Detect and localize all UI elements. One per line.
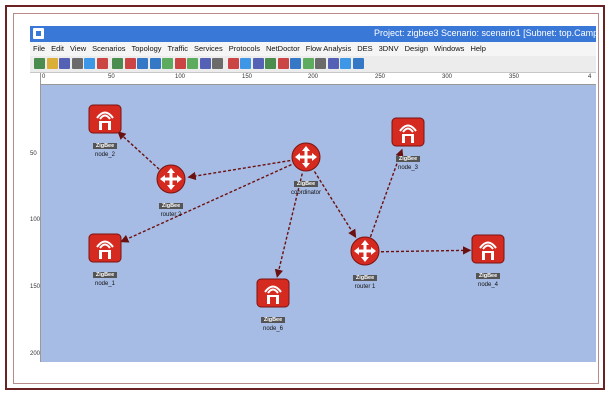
title-bar: Project: zigbee3 Scenario: scenario1 [Su… [30, 26, 596, 42]
toolbar-button-icon[interactable] [302, 58, 314, 69]
ruler-top-tick: 200 [308, 74, 319, 80]
node-label: node_4 [477, 282, 499, 288]
zigbee-router-icon [154, 164, 188, 194]
toolbar-button-icon[interactable] [327, 58, 339, 69]
toolbar-button-icon[interactable] [352, 58, 364, 69]
node-label: node_3 [397, 165, 419, 171]
node-label: node_1 [94, 281, 116, 287]
ruler-top-tick: 100 [175, 74, 186, 80]
menu-scenarios[interactable]: Scenarios [89, 42, 128, 53]
zigbee-end-device-icon [471, 234, 505, 264]
node-node_3[interactable]: ZigBee node_3 [389, 117, 427, 172]
zigbee-end-device-icon [88, 104, 122, 134]
menu-traffic[interactable]: Traffic [165, 42, 191, 53]
toolbar-button-icon[interactable] [212, 58, 223, 69]
menu-edit[interactable]: Edit [48, 42, 67, 53]
node-node_4[interactable]: ZigBee node_4 [469, 234, 507, 289]
ruler-top-tick: 50 [108, 74, 115, 80]
zigbee-end-device-icon [88, 233, 122, 263]
toolbar-button-icon[interactable] [71, 58, 83, 69]
zigbee-badge: ZigBee [395, 156, 421, 162]
toolbar-button-icon[interactable] [252, 58, 264, 69]
zigbee-badge: ZigBee [260, 317, 286, 323]
toolbar-button-icon[interactable] [34, 58, 45, 69]
zigbee-router-icon [348, 236, 382, 266]
toolbar-button-icon[interactable] [187, 58, 198, 69]
node-node_6[interactable]: ZigBee node_6 [254, 278, 292, 333]
links-layer [117, 131, 472, 278]
link-router_1-node_4[interactable] [380, 246, 472, 255]
ruler-top-tick: 0 [42, 74, 46, 80]
zigbee-badge: ZigBee [475, 273, 501, 279]
node-router_2[interactable]: ZigBee router 2 [152, 164, 190, 219]
menu-services[interactable]: Services [191, 42, 226, 53]
menu-view[interactable]: View [67, 42, 89, 53]
toolbar-button-icon[interactable] [112, 58, 123, 69]
toolbar-button-icon[interactable] [340, 58, 351, 69]
toolbar-button-icon[interactable] [149, 58, 161, 69]
menu-protocols[interactable]: Protocols [226, 42, 263, 53]
toolbar-button-icon[interactable] [227, 58, 239, 69]
node-label: coordinator [290, 190, 322, 196]
link-coordinator-router_2[interactable] [187, 159, 291, 181]
ruler-left-tick: 50 [30, 151, 37, 157]
menu-des[interactable]: DES [354, 42, 375, 53]
toolbar-button-icon[interactable] [124, 58, 136, 69]
window-title: Project: zigbee3 Scenario: scenario1 [Su… [374, 28, 596, 38]
app-icon[interactable] [33, 28, 44, 39]
toolbar-button-icon[interactable] [290, 58, 301, 69]
node-label: router 2 [160, 212, 182, 218]
node-label: node_2 [94, 152, 116, 158]
node-router_1[interactable]: ZigBee router 1 [346, 236, 384, 291]
menu-topology[interactable]: Topology [129, 42, 165, 53]
menu-bar: File Edit View Scenarios Topology Traffic Serv… [30, 42, 596, 56]
ruler-left-tick: 200 [30, 351, 41, 357]
ruler-left-tick: 100 [30, 217, 41, 223]
zigbee-router-icon [289, 142, 323, 172]
node-label: node_6 [262, 326, 284, 332]
toolbar-button-icon[interactable] [96, 58, 108, 69]
zigbee-badge: ZigBee [293, 181, 319, 187]
toolbar-button-icon[interactable] [277, 58, 289, 69]
node-coordinator[interactable]: ZigBee coordinator [287, 142, 325, 197]
zigbee-end-device-icon [391, 117, 425, 147]
zigbee-end-device-icon [256, 278, 290, 308]
toolbar-button-icon[interactable] [240, 58, 251, 69]
app-window: Project: zigbee3 Scenario: scenario1 [Su… [30, 26, 596, 362]
node-label: router 1 [354, 284, 376, 290]
menu-netdoctor[interactable]: NetDoctor [263, 42, 303, 53]
link-coordinator-node_1[interactable] [120, 163, 292, 243]
toolbar-button-icon[interactable] [46, 58, 58, 69]
ruler-top-tick: 350 [509, 74, 520, 80]
zigbee-badge: ZigBee [92, 272, 118, 278]
ruler-top: 0 50 100 150 200 250 300 350 4 [40, 73, 596, 85]
toolbar-button-icon[interactable] [199, 58, 211, 69]
toolbar-button-icon[interactable] [137, 58, 148, 69]
node-node_2[interactable]: ZigBee node_2 [86, 104, 124, 159]
menu-flow-analysis[interactable]: Flow Analysis [303, 42, 354, 53]
ruler-left-tick: 150 [30, 284, 41, 290]
topology-canvas[interactable]: ZigBee node_2 ZigBee router 2 ZigBee coordina… [41, 85, 596, 362]
menu-help[interactable]: Help [467, 42, 488, 53]
toolbar-button-icon[interactable] [162, 58, 173, 69]
menu-design[interactable]: Design [402, 42, 431, 53]
toolbar-button-icon[interactable] [84, 58, 95, 69]
toolbar-button-icon[interactable] [174, 58, 186, 69]
menu-windows[interactable]: Windows [431, 42, 467, 53]
ruler-top-tick: 150 [242, 74, 253, 80]
ruler-top-tick: 300 [442, 74, 453, 80]
menu-file[interactable]: File [30, 42, 48, 53]
ruler-top-tick: 4 [588, 74, 592, 80]
toolbar-button-icon[interactable] [265, 58, 276, 69]
toolbar-button-icon[interactable] [59, 58, 70, 69]
ruler-left: 50 100 150 200 [30, 73, 41, 362]
zigbee-badge: ZigBee [352, 275, 378, 281]
menu-3dnv[interactable]: 3DNV [376, 42, 402, 53]
zigbee-badge: ZigBee [158, 203, 184, 209]
toolbar-button-icon[interactable] [315, 58, 326, 69]
ruler-top-tick: 250 [375, 74, 386, 80]
toolbar [30, 56, 596, 73]
node-node_1[interactable]: ZigBee node_1 [86, 233, 124, 288]
zigbee-badge: ZigBee [92, 143, 118, 149]
